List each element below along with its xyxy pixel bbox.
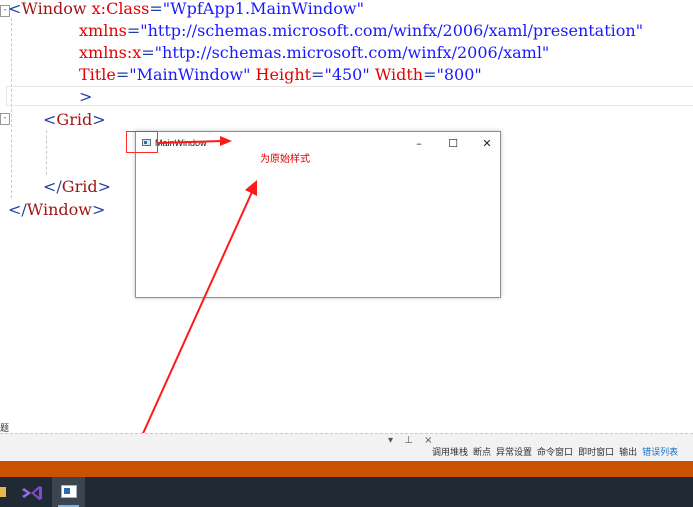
visual-studio-icon[interactable]	[22, 484, 42, 500]
tab-breakpoints[interactable]: 断点	[473, 445, 491, 458]
bottom-panel-tabs: 调用堆栈 断点 异常设置 命令窗口 即时窗口 输出 错误列表	[432, 445, 683, 458]
tab-exception-settings[interactable]: 异常设置	[496, 445, 532, 458]
status-bar	[0, 461, 693, 477]
app-window-icon	[61, 485, 77, 498]
arrow-head-right	[220, 136, 232, 146]
file-explorer-icon[interactable]	[0, 485, 8, 499]
tab-immediate-window[interactable]: 即时窗口	[578, 445, 614, 458]
panel-window-controls[interactable]: ▾ ⊥ ×	[388, 435, 436, 446]
wpf-app-taskbar-button[interactable]	[52, 477, 85, 507]
arrow-line-right	[156, 140, 223, 144]
tab-call-stack[interactable]: 调用堆栈	[432, 445, 468, 458]
annotation-arrows	[121, 136, 257, 481]
tab-error-list[interactable]: 错误列表	[642, 445, 678, 458]
tab-command-window[interactable]: 命令窗口	[537, 445, 573, 458]
tab-output[interactable]: 输出	[619, 445, 637, 458]
taskbar	[0, 477, 693, 507]
